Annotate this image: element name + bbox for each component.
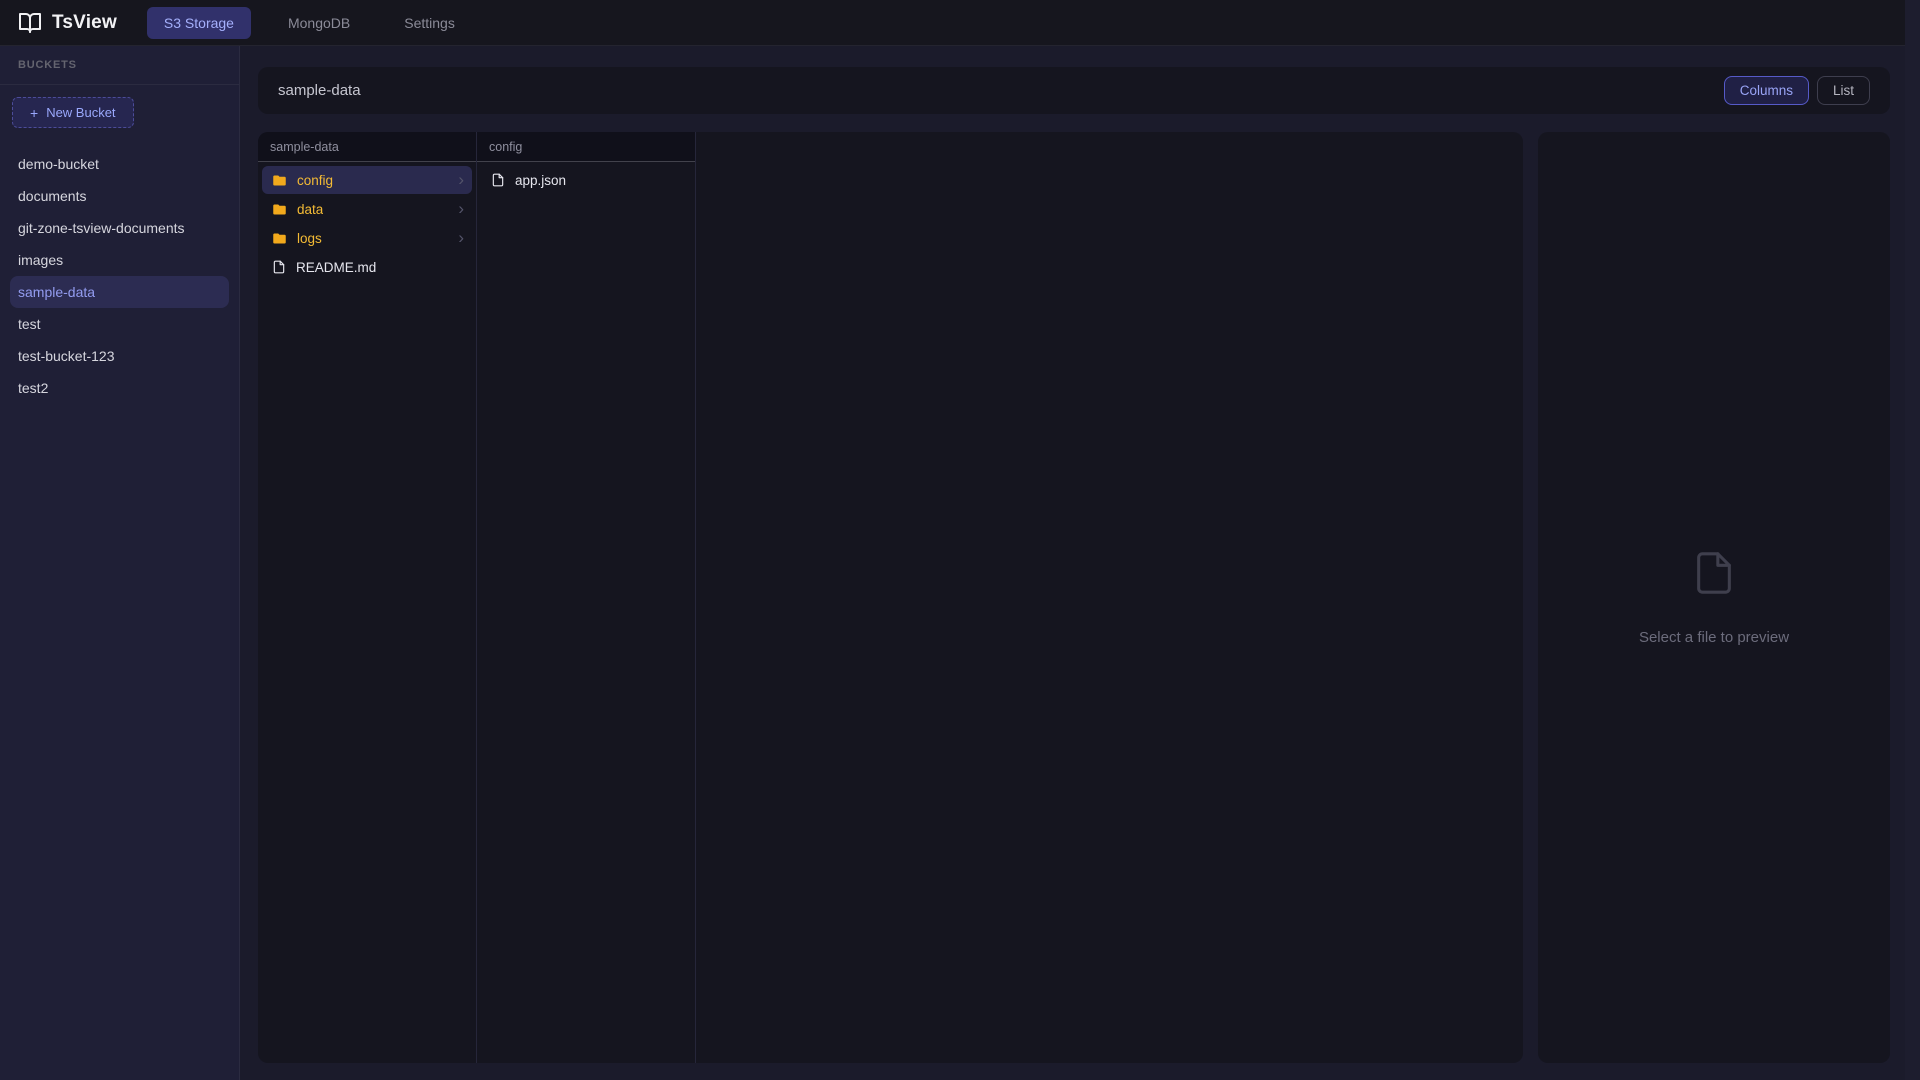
sidebar-item-git-zone-tsview-documents[interactable]: git-zone-tsview-documents — [10, 212, 229, 244]
plus-icon: + — [30, 104, 39, 121]
sidebar-item-test2[interactable]: test2 — [10, 372, 229, 404]
column-header: sample-data — [258, 132, 476, 162]
book-open-icon — [18, 11, 42, 35]
folder-item-config[interactable]: config › — [262, 166, 472, 194]
title-bar: sample-data Columns List — [258, 67, 1890, 114]
item-name: app.json — [515, 172, 567, 188]
sidebar-heading: BUCKETS — [0, 46, 239, 85]
chevron-right-icon: › — [458, 198, 464, 218]
item-name: config — [297, 172, 334, 188]
item-name: logs — [297, 230, 322, 246]
folder-icon — [272, 231, 287, 246]
app-logo: TsView — [18, 11, 117, 35]
file-icon — [1691, 550, 1737, 601]
view-columns-button[interactable]: Columns — [1723, 76, 1809, 105]
main-content: sample-data Columns List sample-data confi… — [240, 46, 1905, 1080]
app-title: TsView — [52, 11, 117, 33]
file-icon — [272, 260, 286, 274]
miller-column-sample-data: sample-data config › data › logs › README.md — [258, 132, 477, 1063]
sidebar: BUCKETS + New Bucket demo-bucket document… — [0, 46, 240, 1080]
miller-column-config: config app.json — [477, 132, 696, 1063]
sidebar-item-sample-data[interactable]: sample-data — [10, 276, 229, 308]
sidebar-item-test[interactable]: test — [10, 308, 229, 340]
new-bucket-button[interactable]: + New Bucket — [12, 97, 134, 128]
column-header: config — [477, 132, 695, 162]
chevron-right-icon: › — [458, 227, 464, 247]
view-toggle: Columns List — [1723, 76, 1870, 105]
file-item-app-json[interactable]: app.json — [481, 166, 691, 194]
file-item-readme-md[interactable]: README.md — [262, 253, 472, 281]
view-list-button[interactable]: List — [1816, 76, 1870, 105]
preview-placeholder: Select a file to preview — [1638, 628, 1790, 646]
sidebar-item-documents[interactable]: documents — [10, 180, 229, 212]
tab-mongodb[interactable]: MongoDB — [271, 7, 367, 39]
tab-s3-storage[interactable]: S3 Storage — [146, 6, 251, 39]
folder-item-data[interactable]: data › — [262, 195, 472, 223]
preview-panel: Select a file to preview — [1538, 132, 1890, 1063]
file-icon — [491, 173, 505, 187]
new-bucket-label: New Bucket — [46, 105, 116, 120]
nav-tabs: S3 Storage MongoDB Settings — [146, 6, 472, 39]
chevron-right-icon: › — [458, 169, 464, 189]
top-bar: TsView S3 Storage MongoDB Settings — [0, 0, 1905, 46]
item-name: data — [297, 201, 324, 217]
page-title: sample-data — [278, 82, 361, 99]
sidebar-item-demo-bucket[interactable]: demo-bucket — [10, 148, 229, 180]
item-name: README.md — [296, 259, 377, 275]
sidebar-item-images[interactable]: images — [10, 244, 229, 276]
folder-icon — [272, 202, 287, 217]
tab-settings[interactable]: Settings — [387, 7, 472, 39]
columns-panel: sample-data config › data › logs › README.md con… — [258, 132, 1523, 1063]
folder-item-logs[interactable]: logs › — [262, 224, 472, 252]
bucket-list: demo-bucket documents git-zone-tsview-docu… — [10, 148, 229, 404]
folder-icon — [272, 173, 287, 188]
app-window: TsView S3 Storage MongoDB Settings BUCKETS… — [0, 0, 1905, 1080]
sidebar-item-test-bucket-123[interactable]: test-bucket-123 — [10, 340, 229, 372]
